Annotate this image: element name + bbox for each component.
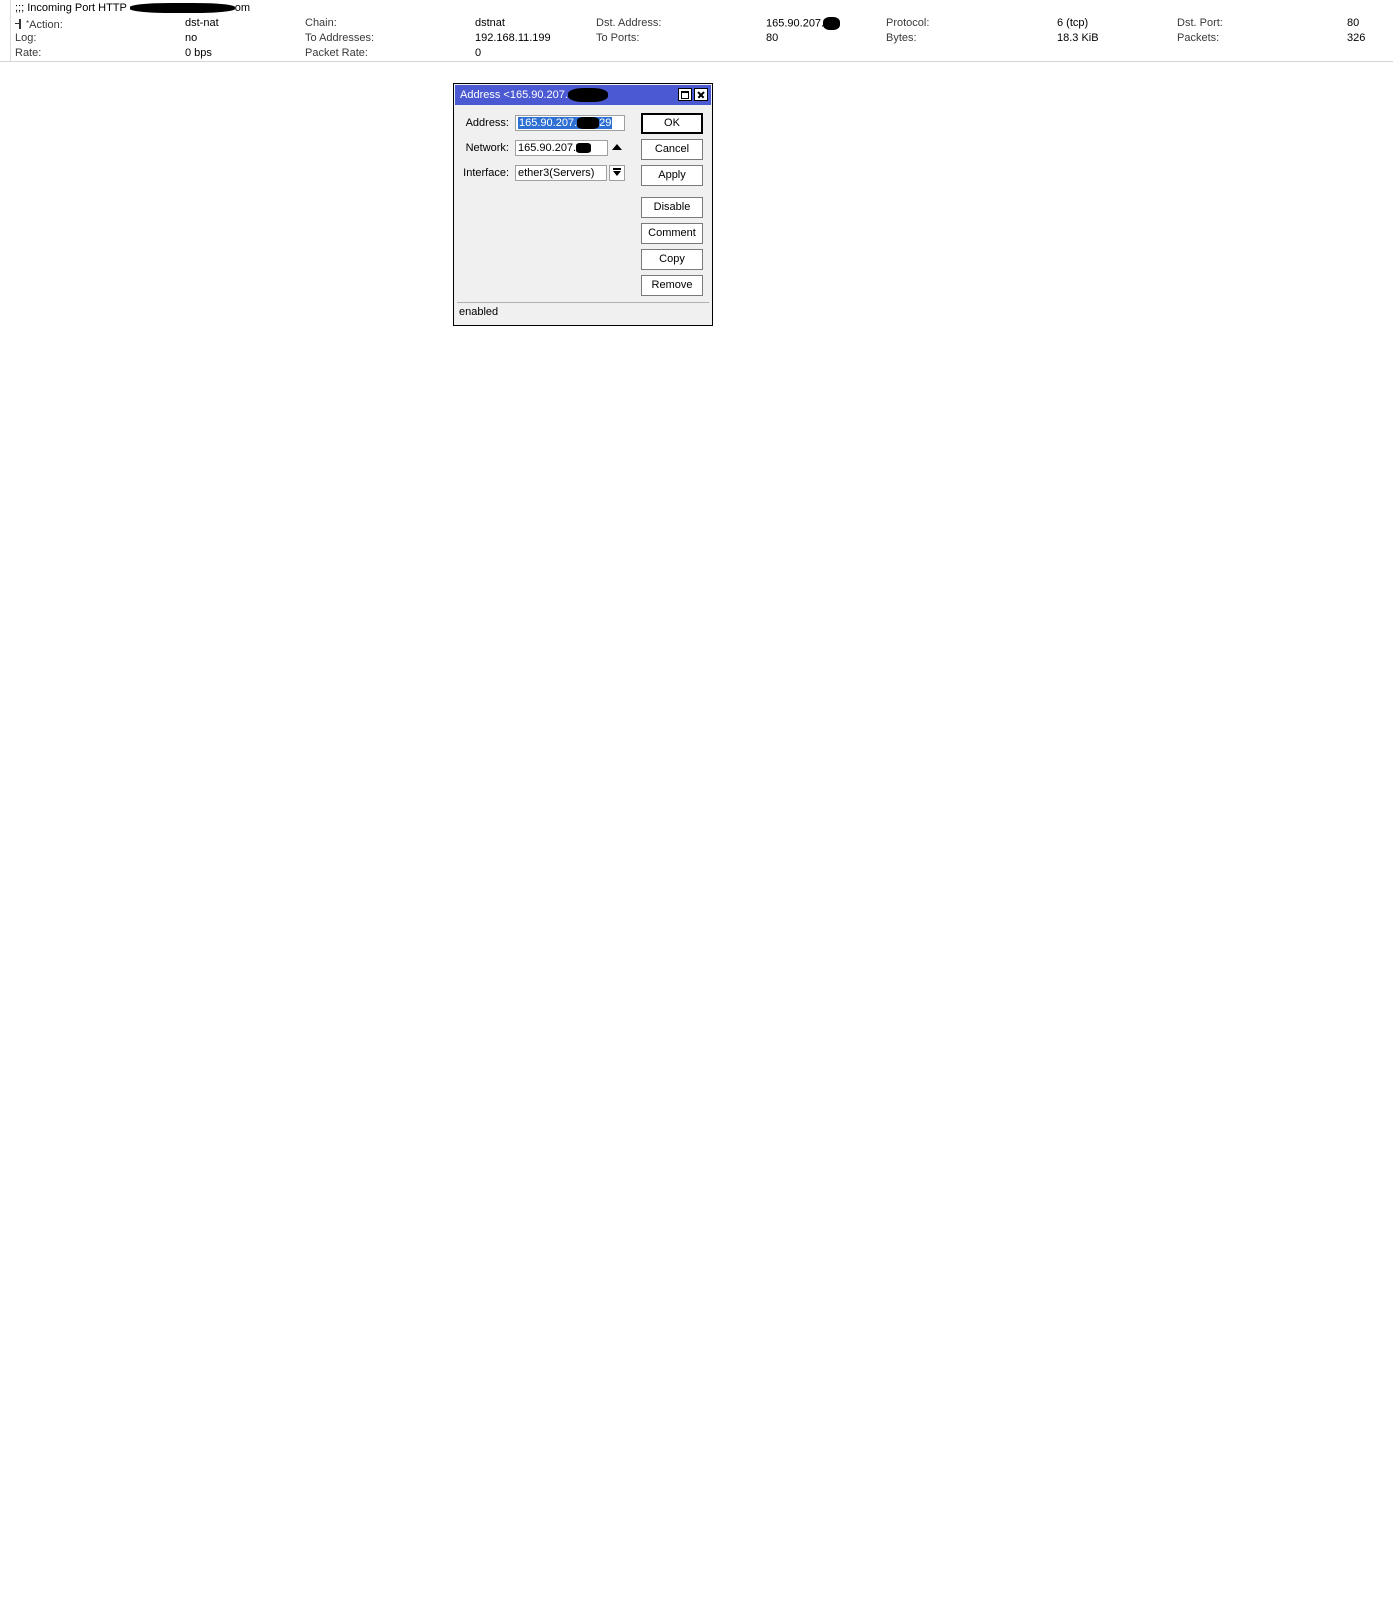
- dst-address-value: 165.90.207.: [766, 17, 841, 30]
- protocol-label: Protocol:: [886, 17, 930, 29]
- dst-port-value: 80: [1347, 17, 1360, 29]
- dialog-title: Address <165.90.207.: [460, 89, 568, 101]
- log-value: no: [185, 32, 198, 44]
- address-input[interactable]: 165.90.207. 29: [515, 115, 625, 131]
- apply-button[interactable]: Apply: [641, 165, 703, 186]
- redaction-mark: [823, 17, 841, 30]
- rule-comment-prefix: ;;; Incoming Port HTTP: [15, 2, 130, 14]
- dialog-titlebar[interactable]: Address <165.90.207.: [455, 85, 711, 105]
- rate-value: 0 bps: [185, 47, 212, 59]
- interface-select[interactable]: ether3(Servers): [515, 165, 607, 181]
- protocol-value: 6 (tcp): [1057, 17, 1089, 29]
- dst-address-label: Dst. Address:: [596, 17, 662, 29]
- to-ports-label: To Ports:: [596, 32, 640, 44]
- flag-icon: [15, 19, 25, 29]
- redaction-mark: [129, 3, 235, 14]
- rule-comment: ;;; Incoming Port HTTP om: [15, 2, 250, 14]
- packet-rate-label: Packet Rate:: [305, 47, 368, 59]
- cancel-button[interactable]: Cancel: [641, 139, 703, 160]
- log-label: Log:: [15, 32, 37, 44]
- action-value: dst-nat: [185, 17, 219, 29]
- remove-button[interactable]: Remove: [641, 275, 703, 296]
- packets-value: 326: [1347, 32, 1366, 44]
- rule-comment-suffix: om: [234, 2, 251, 14]
- dropdown-arrow-icon[interactable]: [609, 165, 625, 181]
- bytes-value: 18.3 KiB: [1057, 32, 1099, 44]
- packets-label: Packets:: [1177, 32, 1220, 44]
- redaction-mark: [576, 143, 592, 154]
- network-label: Network:: [465, 142, 509, 154]
- action-label: *Action:: [15, 17, 63, 32]
- to-ports-value: 80: [766, 32, 779, 44]
- to-addresses-label: To Addresses:: [305, 32, 375, 44]
- redaction-mark: [567, 88, 608, 103]
- interface-label: Interface:: [463, 167, 509, 179]
- status-divider: [457, 302, 709, 303]
- redaction-mark: [577, 117, 600, 130]
- address-value: 165.90.207. 29: [518, 117, 613, 130]
- nat-rule-panel[interactable]: ;;; Incoming Port HTTP om *Action: dst-n…: [0, 0, 1393, 62]
- bytes-label: Bytes:: [886, 32, 917, 44]
- collapse-arrow-icon[interactable]: [612, 144, 622, 150]
- disable-button[interactable]: Disable: [641, 197, 703, 218]
- network-input[interactable]: 165.90.207.: [515, 140, 608, 156]
- address-label: Address:: [465, 117, 509, 129]
- address-dialog: Address <165.90.207. Address: 165.90.207…: [453, 83, 713, 326]
- dst-port-label: Dst. Port:: [1177, 17, 1223, 29]
- chain-label: Chain:: [305, 17, 337, 29]
- close-icon[interactable]: [694, 88, 708, 101]
- copy-button[interactable]: Copy: [641, 249, 703, 270]
- comment-button[interactable]: Comment: [641, 223, 703, 244]
- maximize-icon[interactable]: [678, 88, 692, 101]
- chain-value: dstnat: [475, 17, 505, 29]
- status-text: enabled: [459, 306, 499, 318]
- to-addresses-value: 192.168.11.199: [475, 32, 551, 44]
- packet-rate-value: 0: [475, 47, 482, 59]
- panel-divider: [10, 0, 11, 61]
- ok-button[interactable]: OK: [641, 113, 703, 134]
- rate-label: Rate:: [15, 47, 42, 59]
